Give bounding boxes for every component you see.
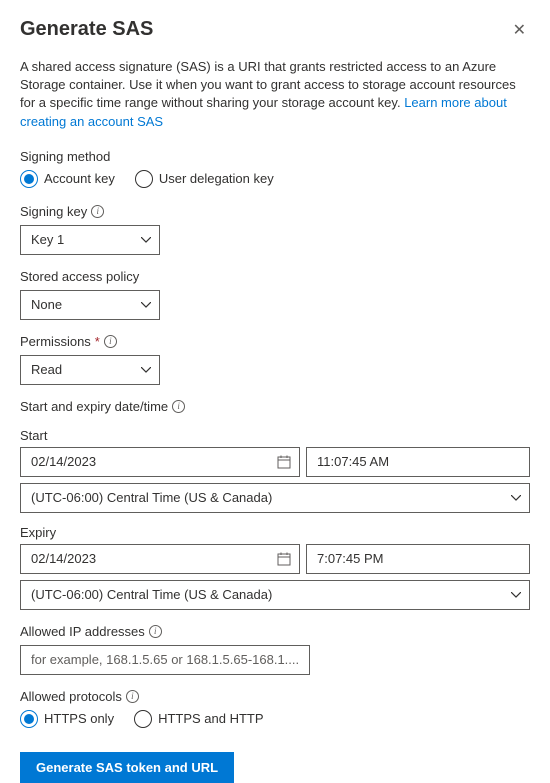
radio-label: HTTPS and HTTP [158,711,263,726]
select-value: None [31,297,62,312]
calendar-icon [277,552,291,566]
allowed-ip-input[interactable] [20,645,310,675]
allowed-protocols-label: Allowed protocols [20,689,122,704]
select-value: Read [31,362,62,377]
start-timezone-select[interactable]: (UTC-06:00) Central Time (US & Canada) [20,483,530,513]
chevron-down-icon [141,365,151,375]
info-icon: i [172,400,185,413]
signing-key-label: Signing key [20,204,87,219]
select-value: (UTC-06:00) Central Time (US & Canada) [31,490,272,505]
start-date-input[interactable]: 02/14/2023 [20,447,300,477]
expiry-timezone-select[interactable]: (UTC-06:00) Central Time (US & Canada) [20,580,530,610]
start-label: Start [20,428,530,443]
required-asterisk: * [95,334,100,349]
radio-label: User delegation key [159,171,274,186]
select-value: (UTC-06:00) Central Time (US & Canada) [31,587,272,602]
description: A shared access signature (SAS) is a URI… [20,58,530,131]
signing-method-account-key[interactable]: Account key [20,170,115,188]
chevron-down-icon [141,235,151,245]
info-icon: i [149,625,162,638]
select-value: Key 1 [31,232,64,247]
expiry-date-input[interactable]: 02/14/2023 [20,544,300,574]
protocol-https-and-http[interactable]: HTTPS and HTTP [134,710,263,728]
radio-checked-icon [20,710,38,728]
expiry-time-input[interactable]: 7:07:45 PM [306,544,530,574]
date-value: 02/14/2023 [31,551,96,566]
calendar-icon [277,455,291,469]
time-value: 7:07:45 PM [317,551,384,566]
radio-unchecked-icon [135,170,153,188]
signing-method-label: Signing method [20,149,530,164]
datetime-header: Start and expiry date/time [20,399,168,414]
close-button[interactable]: ✕ [509,18,530,42]
signing-method-user-delegation[interactable]: User delegation key [135,170,274,188]
radio-unchecked-icon [134,710,152,728]
chevron-down-icon [511,590,521,600]
close-icon: ✕ [513,22,526,39]
info-icon: i [91,205,104,218]
radio-label: HTTPS only [44,711,114,726]
chevron-down-icon [511,493,521,503]
chevron-down-icon [141,300,151,310]
stored-policy-label: Stored access policy [20,269,530,284]
radio-checked-icon [20,170,38,188]
date-value: 02/14/2023 [31,454,96,469]
info-icon: i [126,690,139,703]
radio-label: Account key [44,171,115,186]
protocol-https-only[interactable]: HTTPS only [20,710,114,728]
start-time-input[interactable]: 11:07:45 AM [306,447,530,477]
permissions-select[interactable]: Read [20,355,160,385]
permissions-label: Permissions [20,334,91,349]
time-value: 11:07:45 AM [317,454,389,469]
info-icon: i [104,335,117,348]
allowed-ip-label: Allowed IP addresses [20,624,145,639]
generate-button[interactable]: Generate SAS token and URL [20,752,234,783]
expiry-label: Expiry [20,525,530,540]
page-title: Generate SAS [20,18,153,41]
stored-policy-select[interactable]: None [20,290,160,320]
signing-key-select[interactable]: Key 1 [20,225,160,255]
